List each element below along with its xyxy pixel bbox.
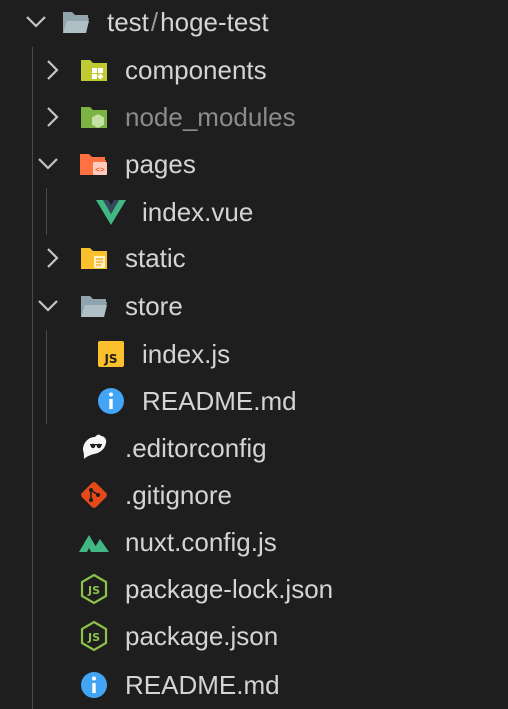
- tree-item-label: package.json: [125, 621, 279, 651]
- tree-item-label: nuxt.config.js: [125, 527, 277, 557]
- js-icon: JS: [95, 338, 127, 370]
- tree-item-store[interactable]: store: [0, 283, 508, 330]
- root-parent-name: test: [107, 7, 149, 37]
- node-modules-folder-icon: [78, 101, 110, 133]
- chevron-right-icon[interactable]: [40, 58, 64, 82]
- chevron-down-icon[interactable]: [36, 152, 60, 176]
- folder-open-icon: [60, 6, 92, 38]
- components-folder-icon: [78, 54, 110, 86]
- tree-item-label: .editorconfig: [125, 433, 267, 463]
- tree-item-label: index.js: [142, 339, 231, 369]
- tree-item-editorconfig[interactable]: .editorconfig: [0, 424, 508, 471]
- path-separator: /: [150, 7, 159, 37]
- file-explorer-tree: test/hoge-test components node_modules <…: [0, 0, 508, 709]
- chevron-right-icon[interactable]: [40, 105, 64, 129]
- tree-item-gitignore[interactable]: .gitignore: [0, 471, 508, 518]
- nodejs-icon: JS: [78, 620, 110, 652]
- tree-item-label: node_modules: [125, 102, 296, 132]
- tree-item-node-modules[interactable]: node_modules: [0, 94, 508, 141]
- svg-text:<>: <>: [95, 165, 105, 174]
- vue-icon: [95, 196, 127, 228]
- pages-folder-icon: <>: [78, 148, 110, 180]
- tree-item-static[interactable]: static: [0, 235, 508, 282]
- chevron-down-icon[interactable]: [24, 10, 48, 34]
- info-icon: [95, 385, 127, 417]
- tree-item-label: package-lock.json: [125, 574, 334, 604]
- svg-text:JS: JS: [87, 631, 100, 644]
- root-path: test/hoge-test: [107, 7, 269, 37]
- static-folder-icon: [78, 242, 110, 274]
- tree-item-index-vue[interactable]: index.vue: [0, 188, 508, 235]
- tree-item-label: pages: [125, 149, 196, 179]
- tree-item-label: components: [125, 55, 267, 85]
- tree-item-components[interactable]: components: [0, 47, 508, 94]
- tree-item-label: README.md: [125, 670, 280, 700]
- git-icon: [78, 479, 110, 511]
- svg-text:JS: JS: [87, 584, 100, 597]
- chevron-right-icon[interactable]: [40, 246, 64, 270]
- tree-item-pages[interactable]: <> pages: [0, 141, 508, 188]
- nodejs-icon: JS: [78, 573, 110, 605]
- store-folder-icon: [78, 290, 110, 322]
- tree-item-label: store: [125, 291, 183, 321]
- tree-item-index-js[interactable]: JS index.js: [0, 330, 508, 377]
- info-icon: [78, 669, 110, 701]
- editorconfig-icon: [78, 431, 110, 463]
- tree-item-label: README.md: [142, 386, 297, 416]
- tree-item-package-json[interactable]: JS package.json: [0, 612, 508, 659]
- tree-item-label: .gitignore: [125, 480, 232, 510]
- tree-item-label: static: [125, 243, 186, 273]
- nuxt-icon: [78, 526, 110, 558]
- chevron-down-icon[interactable]: [36, 294, 60, 318]
- tree-item-readme-root[interactable]: README.md: [0, 660, 508, 707]
- explorer-root-folder[interactable]: test/hoge-test: [0, 0, 508, 47]
- tree-item-nuxt-config[interactable]: nuxt.config.js: [0, 518, 508, 565]
- tree-item-readme-store[interactable]: README.md: [0, 377, 508, 424]
- root-folder-name: hoge-test: [160, 7, 269, 37]
- tree-item-label: index.vue: [142, 197, 254, 227]
- tree-item-package-lock-json[interactable]: JS package-lock.json: [0, 565, 508, 612]
- svg-text:JS: JS: [103, 352, 117, 366]
